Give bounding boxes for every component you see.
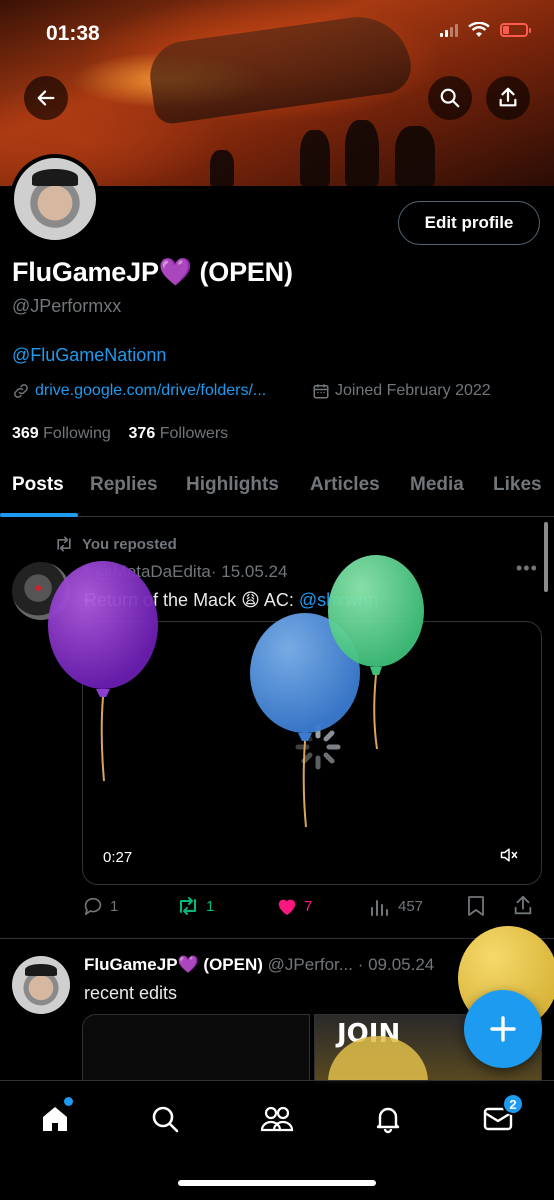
- repost-button[interactable]: 1: [176, 896, 276, 916]
- nav-communities[interactable]: [257, 1099, 297, 1139]
- search-icon: [440, 88, 460, 108]
- status-time: 01:38: [46, 22, 100, 45]
- joined-text: Joined February 2022: [335, 382, 491, 399]
- mute-icon[interactable]: [499, 846, 519, 864]
- post-header: FluGameJP💜 (OPEN) @JPerfor... · 09.05.24: [84, 955, 435, 974]
- nav-home[interactable]: [35, 1097, 75, 1139]
- bio-mention-link[interactable]: @FluGameNationn: [12, 345, 166, 366]
- status-icons: [440, 22, 531, 38]
- repost-indicator: You reposted: [54, 535, 177, 553]
- heart-icon: [278, 899, 296, 916]
- post-author-handle[interactable]: @JPerfor...: [268, 955, 353, 974]
- post-share-button[interactable]: [512, 895, 534, 917]
- banner-figure: [345, 120, 379, 186]
- active-tab-indicator: [0, 513, 78, 517]
- like-button[interactable]: 7: [276, 896, 370, 916]
- bookmark-button[interactable]: [466, 895, 512, 917]
- repost-icon: [180, 897, 196, 915]
- tab-likes[interactable]: Likes: [493, 474, 542, 496]
- website-link-text[interactable]: drive.google.com/drive/folders/...: [35, 382, 266, 400]
- tab-highlights[interactable]: Highlights: [186, 474, 279, 496]
- bell-icon: [376, 1107, 400, 1134]
- banner-car-shape: [145, 10, 415, 126]
- share-button[interactable]: [486, 76, 530, 120]
- followers-link[interactable]: 376 Followers: [129, 425, 229, 442]
- home-unread-dot: [64, 1097, 73, 1106]
- profile-website[interactable]: drive.google.com/drive/folders/...: [12, 382, 266, 400]
- profile-display-name: FluGameJP💜 (OPEN): [12, 257, 293, 287]
- share-icon: [499, 87, 517, 107]
- tab-replies[interactable]: Replies: [90, 474, 158, 496]
- reply-icon: [84, 897, 102, 916]
- wifi-icon: [468, 22, 490, 37]
- repost-icon: [57, 536, 71, 552]
- share-icon: [514, 895, 532, 915]
- profile-stats: 369 Following 376 Followers: [12, 425, 228, 443]
- nav-search[interactable]: [145, 1099, 185, 1139]
- balloon-yellow: [328, 1036, 428, 1082]
- scrollbar[interactable]: [544, 522, 548, 592]
- nav-messages[interactable]: 2: [478, 1093, 524, 1139]
- banner-figure: [300, 130, 330, 186]
- profile-handle: @JPerformxx: [12, 296, 122, 316]
- video-duration: 0:27: [103, 849, 133, 866]
- views-button[interactable]: 457: [370, 896, 466, 916]
- banner-figure: [395, 126, 435, 186]
- post-media-thumbnail[interactable]: [82, 1014, 310, 1084]
- views-icon: [371, 900, 388, 916]
- following-link[interactable]: 369 Following: [12, 425, 111, 442]
- plus-icon: [490, 1016, 516, 1042]
- back-button[interactable]: [24, 76, 68, 120]
- balloons-animation: [48, 555, 424, 828]
- home-indicator[interactable]: [178, 1180, 376, 1186]
- compose-post-button[interactable]: [464, 990, 542, 1068]
- tab-posts[interactable]: Posts: [12, 474, 64, 496]
- profile-tabs: Posts Replies Highlights Articles Media …: [0, 460, 554, 517]
- messages-badge: 2: [502, 1093, 524, 1115]
- post-text: recent edits: [84, 983, 178, 1003]
- post-author-name[interactable]: FluGameJP💜 (OPEN): [84, 955, 263, 974]
- bookmark-icon: [468, 896, 484, 916]
- calendar-icon: [313, 384, 329, 399]
- people-icon: [260, 1106, 294, 1132]
- link-icon: [14, 384, 28, 398]
- edit-profile-button[interactable]: Edit profile: [398, 201, 540, 245]
- post-actions: 1 1 7 457: [82, 895, 542, 917]
- back-arrow-icon: [37, 90, 55, 106]
- search-button[interactable]: [428, 76, 472, 120]
- post-more-button[interactable]: •••: [516, 558, 538, 579]
- search-icon: [152, 1106, 179, 1133]
- tab-articles[interactable]: Articles: [310, 474, 380, 496]
- nav-notifications[interactable]: [368, 1099, 408, 1139]
- home-icon: [43, 1107, 67, 1131]
- profile-avatar[interactable]: [10, 154, 100, 244]
- profile-joined: Joined February 2022: [312, 382, 491, 400]
- reply-button[interactable]: 1: [82, 895, 176, 917]
- battery-icon: [500, 23, 531, 37]
- post-author-avatar[interactable]: [12, 956, 70, 1014]
- tab-media[interactable]: Media: [410, 474, 464, 496]
- banner-figure: [210, 150, 234, 186]
- signal-icon: [440, 23, 458, 37]
